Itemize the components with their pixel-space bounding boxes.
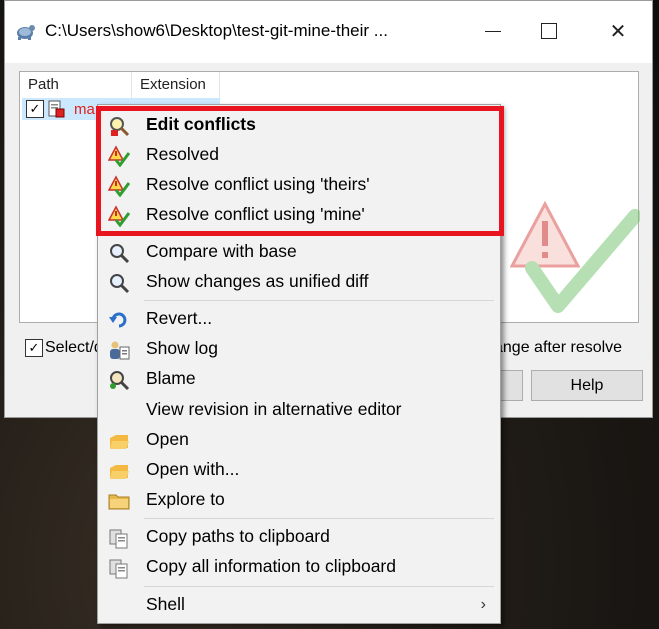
- column-header-path[interactable]: Path: [20, 72, 132, 98]
- menu-item-open[interactable]: Open: [98, 425, 500, 455]
- menu-separator: [144, 586, 494, 587]
- menu-separator: [144, 300, 494, 301]
- chevron-right-icon: ›: [480, 596, 486, 613]
- menu-item-compare-base[interactable]: Compare with base: [98, 237, 500, 267]
- menu-item-label: Open: [146, 429, 189, 449]
- menu-item-blame[interactable]: Blame: [98, 364, 500, 394]
- menu-item-label: Blame: [146, 368, 196, 388]
- menu-item-label: Copy all information to clipboard: [146, 556, 396, 576]
- select-all-checkbox[interactable]: ✓: [25, 339, 43, 357]
- menu-item-label: View revision in alternative editor: [146, 399, 402, 419]
- menu-item-revert[interactable]: Revert...: [98, 304, 500, 334]
- folder-icon: [108, 494, 130, 510]
- menu-item-label: Revert...: [146, 308, 213, 328]
- tortoise-app-icon: [17, 25, 35, 40]
- row-checkbox[interactable]: ✓: [26, 100, 44, 118]
- close-icon: ✕: [609, 20, 627, 43]
- revert-icon: [109, 312, 127, 328]
- show-change-after-resolve-label: ange after resolve: [494, 339, 623, 356]
- clipboard-icon: [109, 529, 128, 549]
- select-all-label: Select/d: [45, 339, 103, 356]
- menu-item-shell[interactable]: Shell ›: [98, 590, 500, 620]
- menu-item-label: Show changes as unified diff: [146, 271, 369, 291]
- menu-separator: [144, 518, 494, 519]
- menu-item-show-log[interactable]: Show log: [98, 334, 500, 364]
- menu-item-copy-paths[interactable]: Copy paths to clipboard: [98, 522, 500, 552]
- blame-icon: [110, 371, 130, 391]
- clipboard-icon: [109, 559, 128, 579]
- conflict-watermark-icon: [510, 200, 640, 313]
- title-bar[interactable]: C:\Users\show6\Desktop\test-git-mine-the…: [5, 1, 652, 63]
- menu-item-unified-diff[interactable]: Show changes as unified diff: [98, 267, 500, 297]
- minimize-icon: [485, 30, 501, 32]
- log-icon: [110, 341, 130, 360]
- window-title: C:\Users\show6\Desktop\test-git-mine-the…: [45, 21, 388, 40]
- help-button[interactable]: Help: [531, 370, 643, 401]
- menu-item-label: Shell: [146, 594, 185, 614]
- file-name: ma: [74, 101, 95, 118]
- open-icon: [110, 435, 129, 449]
- highlight-annotation-box: [96, 106, 504, 236]
- conflict-file-icon: [48, 100, 65, 118]
- magnifier-icon: [110, 274, 130, 294]
- close-button[interactable]: ✕: [595, 15, 641, 47]
- menu-item-open-with[interactable]: Open with...: [98, 455, 500, 485]
- maximize-button[interactable]: [526, 15, 572, 47]
- open-icon: [110, 465, 129, 479]
- maximize-icon: [541, 23, 557, 39]
- menu-item-label: Open with...: [146, 459, 240, 479]
- menu-item-copy-all-info[interactable]: Copy all information to clipboard: [98, 552, 500, 582]
- menu-item-label: Explore to: [146, 489, 225, 509]
- minimize-button[interactable]: [470, 15, 516, 47]
- column-header-extension[interactable]: Extension: [132, 72, 220, 98]
- menu-item-label: Show log: [146, 338, 218, 358]
- menu-item-label: Copy paths to clipboard: [146, 526, 330, 546]
- menu-item-view-alt-editor[interactable]: View revision in alternative editor: [98, 395, 500, 425]
- menu-item-explore-to[interactable]: Explore to: [98, 485, 500, 515]
- menu-item-label: Compare with base: [146, 241, 297, 261]
- magnifier-icon: [110, 244, 130, 264]
